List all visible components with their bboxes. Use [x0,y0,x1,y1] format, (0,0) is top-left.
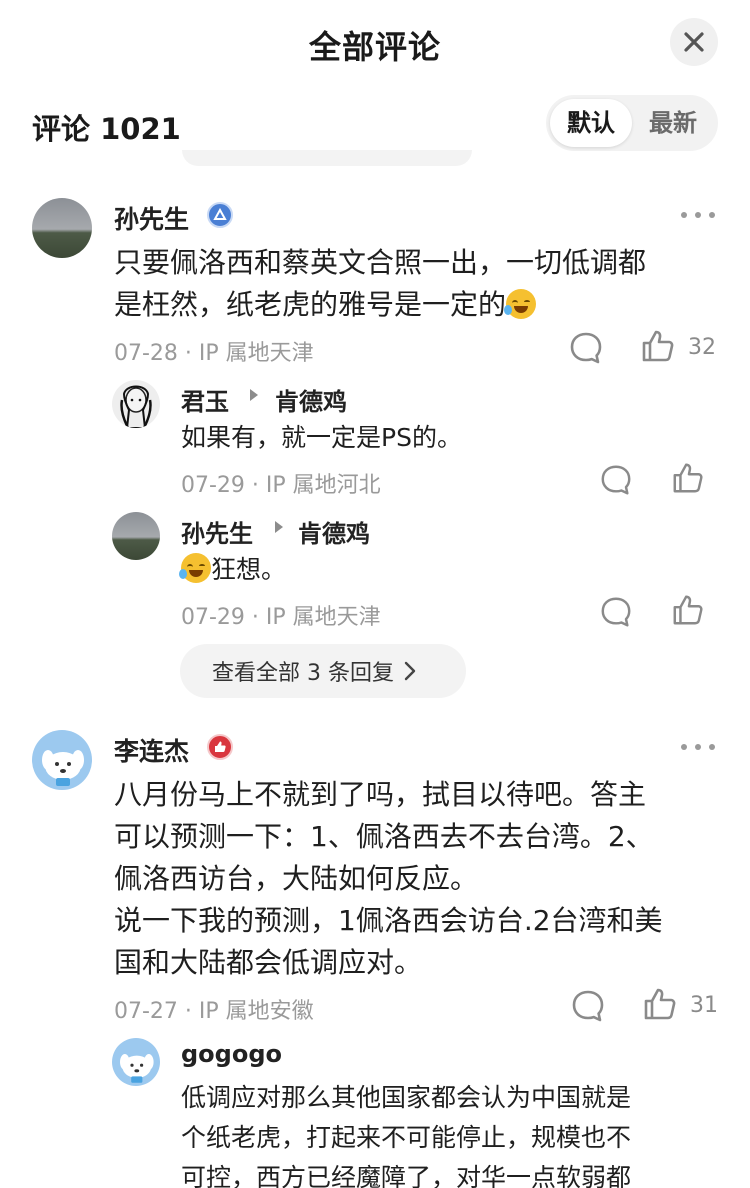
reply-text-line: 低调应对那么其他国家都会认为中国就是 [181,1083,632,1112]
comment-text-line: 可以预测一下：1、佩洛西去不去台湾。2、 [114,820,654,853]
comment-text-line: 八月份马上不就到了吗，拭目以待吧。答主 [114,778,647,811]
reply-to-arrow-icon [275,521,283,533]
like-thumb-icon[interactable] [671,461,705,495]
comment-text-line: 说一下我的预测，1佩洛西会访台.2台湾和美 [114,904,663,937]
comment-text-line: 佩洛西访台，大陆如何反应。 [114,862,479,895]
close-button[interactable] [670,18,718,66]
reply-text-line: 可控，西方已经魔障了，对华一点软弱都 [181,1163,632,1188]
more-options-icon[interactable] [680,742,716,752]
reply-text: 如果有，就一定是PS的。 [181,423,462,452]
sort-newest-tab[interactable]: 最新 [632,99,714,147]
reply-to-user[interactable]: 肯德鸡 [298,514,370,549]
avatar[interactable] [32,730,92,790]
reply-meta: 07-29 · IP 属地天津 [181,605,381,630]
avatar[interactable] [112,1038,160,1086]
reply-meta: 07-29 · IP 属地河北 [181,473,381,498]
comment-text-line: 国和大陆都会低调应对。 [114,946,423,979]
comment-count-label: 评论 1021 [32,112,181,146]
reply-bubble-icon[interactable] [568,330,604,366]
chevron-right-icon [404,661,416,681]
ink-portrait-image [120,385,152,428]
reply-author[interactable]: 孙先生 [181,514,253,549]
reply-bubble-icon[interactable] [570,988,606,1024]
blue-triangle-badge-icon [207,202,233,228]
like-thumb-icon[interactable] [640,328,676,364]
like-thumb-icon[interactable] [642,986,678,1022]
reply-to-user[interactable]: 肯德鸡 [275,382,347,417]
more-options-icon[interactable] [680,210,716,220]
avatar[interactable] [112,380,160,428]
collapsed-card-edge [182,150,472,166]
comment-author[interactable]: 孙先生 [114,200,189,236]
reply-bubble-icon[interactable] [599,595,633,629]
dog-cartoon-image [120,1054,154,1083]
reply-author[interactable]: gogogo [181,1040,282,1068]
comment-meta: 07-27 · IP 属地安徽 [114,999,314,1024]
top-bar: 全部评论 [0,0,750,90]
laugh-cry-emoji-icon [179,553,211,583]
page-title: 全部评论 [308,28,441,66]
laugh-cry-emoji-icon [504,289,537,319]
sort-default-tab[interactable]: 默认 [550,99,632,147]
comment-text-line-with-emoji: 是枉然，纸老虎的雅号是一定的 [114,284,537,326]
red-thumb-badge-icon [207,734,233,760]
view-all-replies-button[interactable]: 查看全部 3 条回复 [180,644,466,698]
comment-author[interactable]: 李连杰 [114,732,189,768]
avatar[interactable] [32,198,92,258]
view-all-replies-label: 查看全部 3 条回复 [212,661,394,686]
reply-text-line: 个纸老虎，打起来不可能停止，规模也不 [181,1123,632,1152]
reply-author[interactable]: 君玉 [181,382,229,417]
close-icon [684,32,704,52]
sort-toggle: 默认 最新 [546,95,718,151]
comment-text-line: 是枉然，纸老虎的雅号是一定的 [114,288,507,321]
like-count: 31 [690,993,718,1018]
reply-to-arrow-icon [250,389,258,401]
like-count: 32 [688,335,716,360]
comment-meta: 07-28 · IP 属地天津 [114,341,314,366]
like-thumb-icon[interactable] [671,593,705,627]
reply-bubble-icon[interactable] [599,463,633,497]
avatar[interactable] [112,512,160,560]
comment-text-line: 只要佩洛西和蔡英文合照一出，一切低调都 [114,246,647,279]
dog-cartoon-image [42,750,84,786]
reply-text: 狂想。 [211,555,287,584]
reply-text-with-emoji: 狂想。 [179,550,287,590]
